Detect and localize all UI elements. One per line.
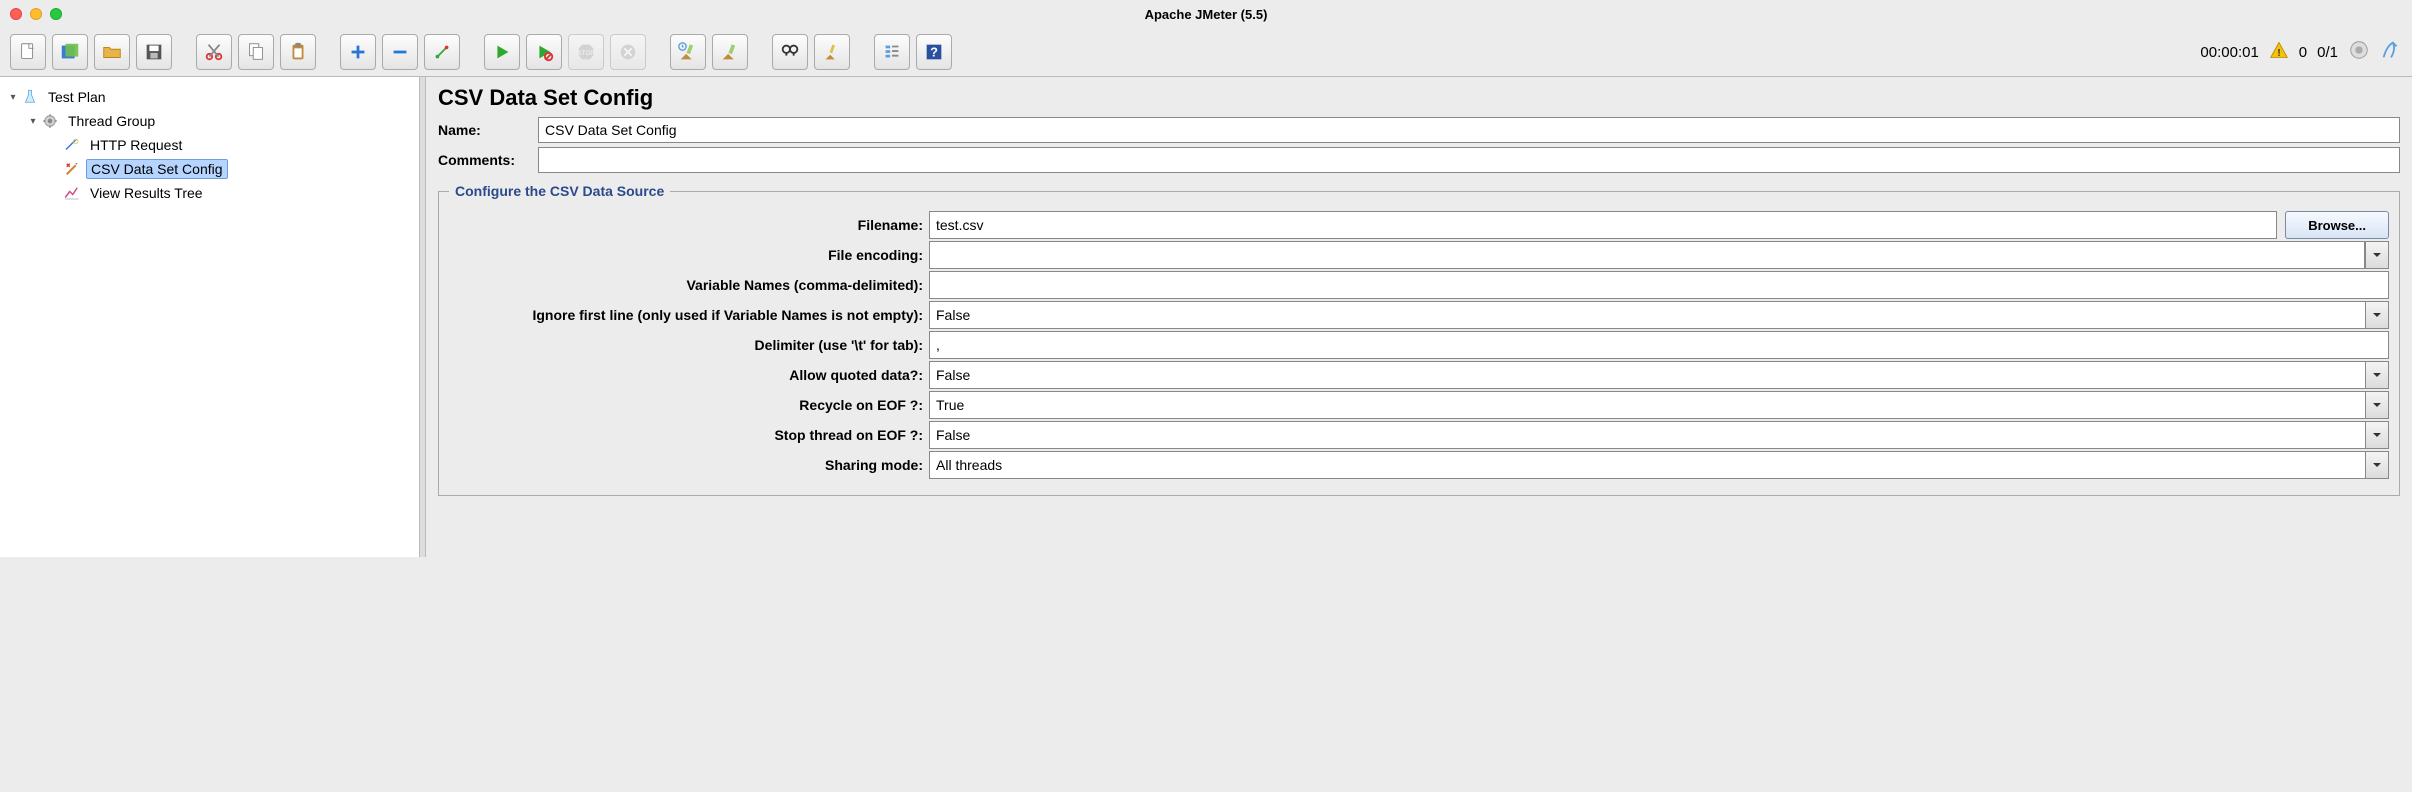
tree-node-testplan[interactable]: ▾ Test Plan (4, 85, 415, 109)
delimiter-label: Delimiter (use '\t' for tab): (449, 331, 929, 359)
svg-text:?: ? (930, 45, 938, 60)
stop-label: Stop thread on EOF ?: (449, 421, 929, 449)
svg-text:!: ! (2277, 48, 2280, 59)
tree-label: Test Plan (44, 88, 110, 106)
shutdown-button (610, 34, 646, 70)
close-icon[interactable] (10, 8, 22, 20)
stop-dropdown-button[interactable] (2365, 421, 2389, 449)
search-button[interactable] (772, 34, 808, 70)
collapse-button[interactable] (382, 34, 418, 70)
quoted-label: Allow quoted data?: (449, 361, 929, 389)
ignorefirst-dropdown-button[interactable] (2365, 301, 2389, 329)
http-sampler-icon (62, 135, 82, 155)
tree-toggle-icon[interactable]: ▾ (26, 116, 40, 127)
traffic-lights (10, 8, 62, 20)
toolbar: STOP ? 00:00:01 ! 0 0/1 (0, 28, 2412, 77)
clear-button[interactable] (670, 34, 706, 70)
quoted-select[interactable]: False (929, 361, 2365, 389)
recycle-dropdown-button[interactable] (2365, 391, 2389, 419)
tree-node-results[interactable]: View Results Tree (4, 181, 415, 205)
paste-button[interactable] (280, 34, 316, 70)
running-indicator-icon (2348, 39, 2370, 65)
encoding-dropdown-button[interactable] (2365, 241, 2389, 269)
window-titlebar: Apache JMeter (5.5) (0, 0, 2412, 28)
recycle-select[interactable]: True (929, 391, 2365, 419)
browse-button[interactable]: Browse... (2285, 211, 2389, 239)
testplan-icon (20, 87, 40, 107)
warning-icon[interactable]: ! (2269, 40, 2289, 64)
reset-search-button[interactable] (814, 34, 850, 70)
function-helper-button[interactable] (874, 34, 910, 70)
threadgroup-icon (40, 111, 60, 131)
recycle-label: Recycle on EOF ?: (449, 391, 929, 419)
minimize-icon[interactable] (30, 8, 42, 20)
results-tree-icon (62, 183, 82, 203)
clear-all-button[interactable] (712, 34, 748, 70)
varnames-label: Variable Names (comma-delimited): (449, 271, 929, 299)
stop-button: STOP (568, 34, 604, 70)
warning-count: 0 (2299, 44, 2307, 61)
panel-title: CSV Data Set Config (438, 85, 2400, 111)
sharing-dropdown-button[interactable] (2365, 451, 2389, 479)
comments-input[interactable] (538, 147, 2400, 173)
tree-toggle-icon[interactable]: ▾ (6, 92, 20, 103)
csv-fieldset: Configure the CSV Data Source Filename: … (438, 183, 2400, 496)
svg-text:STOP: STOP (577, 50, 594, 57)
filename-label: Filename: (449, 211, 929, 239)
jmeter-logo-icon (2380, 39, 2402, 65)
comments-label: Comments: (438, 152, 538, 168)
copy-button[interactable] (238, 34, 274, 70)
start-button[interactable] (484, 34, 520, 70)
encoding-label: File encoding: (449, 241, 929, 269)
templates-button[interactable] (52, 34, 88, 70)
tree-node-csv[interactable]: CSV Data Set Config (4, 157, 415, 181)
quoted-dropdown-button[interactable] (2365, 361, 2389, 389)
fieldset-legend: Configure the CSV Data Source (449, 183, 670, 199)
varnames-input[interactable] (929, 271, 2389, 299)
expand-button[interactable] (340, 34, 376, 70)
config-panel: CSV Data Set Config Name: Comments: Conf… (426, 77, 2412, 557)
delimiter-input[interactable] (929, 331, 2389, 359)
elapsed-time: 00:00:01 (2200, 44, 2258, 61)
name-label: Name: (438, 122, 538, 138)
start-no-timers-button[interactable] (526, 34, 562, 70)
csv-config-icon (62, 159, 82, 179)
sharing-label: Sharing mode: (449, 451, 929, 479)
ignorefirst-select[interactable]: False (929, 301, 2365, 329)
new-button[interactable] (10, 34, 46, 70)
cut-button[interactable] (196, 34, 232, 70)
window-title: Apache JMeter (5.5) (1145, 7, 1268, 22)
filename-input[interactable] (929, 211, 2277, 239)
help-button[interactable]: ? (916, 34, 952, 70)
test-plan-tree[interactable]: ▾ Test Plan ▾ Thread Group HTTP Request … (0, 77, 420, 557)
tree-label: HTTP Request (86, 136, 186, 154)
save-button[interactable] (136, 34, 172, 70)
encoding-input[interactable] (929, 241, 2365, 269)
sharing-select[interactable]: All threads (929, 451, 2365, 479)
tree-label: View Results Tree (86, 184, 207, 202)
tree-label: CSV Data Set Config (86, 159, 228, 179)
open-button[interactable] (94, 34, 130, 70)
thread-count: 0/1 (2317, 44, 2338, 61)
maximize-icon[interactable] (50, 8, 62, 20)
name-input[interactable] (538, 117, 2400, 143)
tree-node-http[interactable]: HTTP Request (4, 133, 415, 157)
tree-node-threadgroup[interactable]: ▾ Thread Group (4, 109, 415, 133)
tree-label: Thread Group (64, 112, 159, 130)
toggle-button[interactable] (424, 34, 460, 70)
ignorefirst-label: Ignore first line (only used if Variable… (449, 301, 929, 329)
stop-select[interactable]: False (929, 421, 2365, 449)
